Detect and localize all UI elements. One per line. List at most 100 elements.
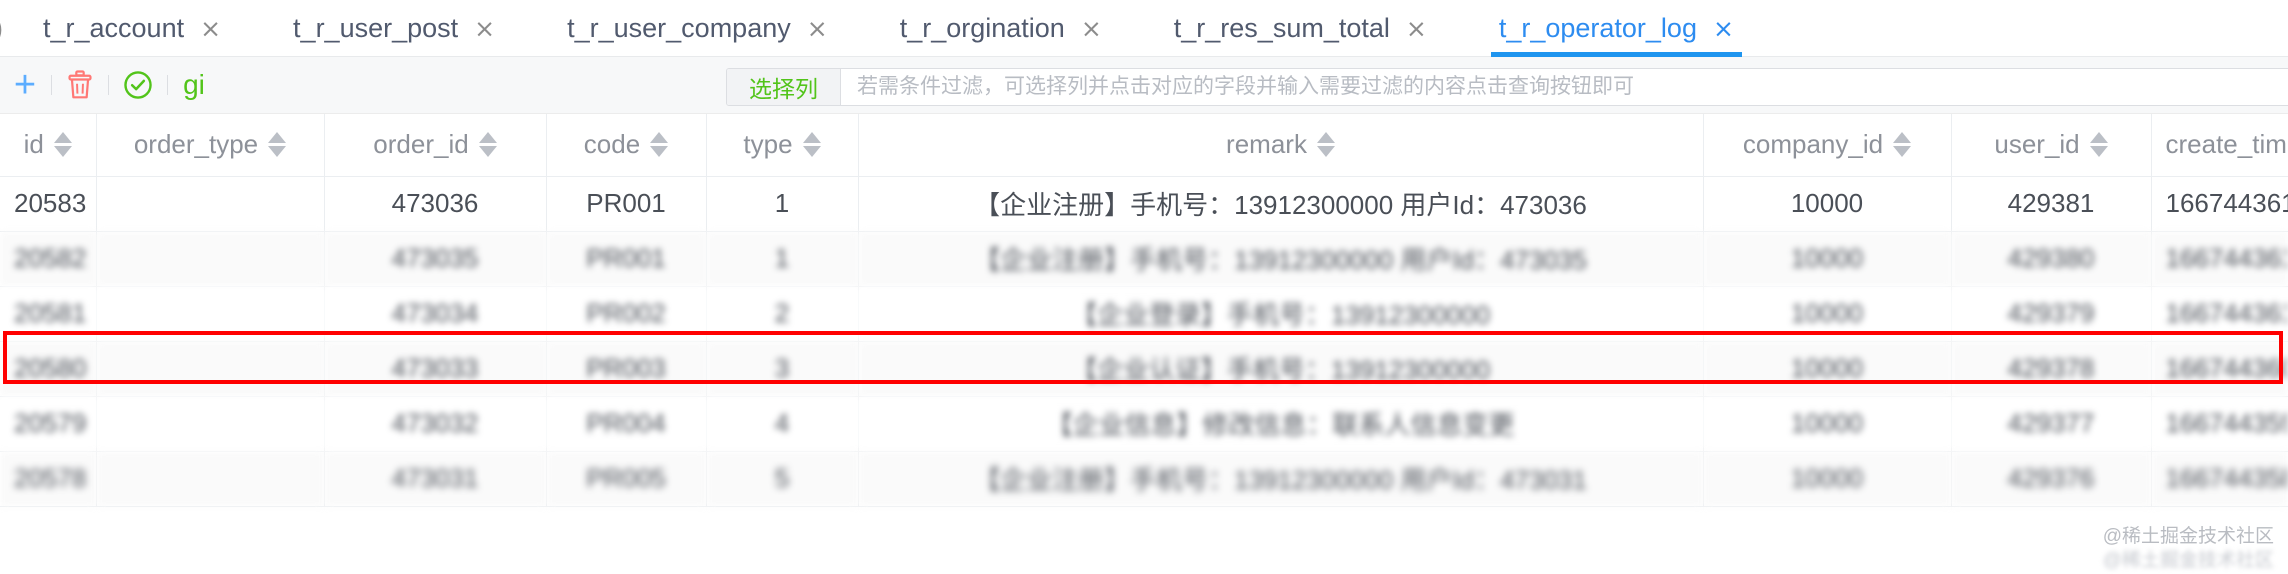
cell-id[interactable]: 20578: [0, 451, 97, 507]
cell-remark[interactable]: 【企业登录】手机号：13912300000: [858, 286, 1704, 342]
tab-t_r_res_sum_total[interactable]: t_r_res_sum_total ×: [1138, 0, 1463, 57]
column-header-order_id[interactable]: order_id: [324, 114, 547, 177]
cell-create_time[interactable]: 1667443580000: [2151, 451, 2288, 507]
cell-user_id[interactable]: 429377: [1951, 396, 2152, 452]
close-icon[interactable]: ×: [200, 14, 221, 43]
cell-order_id[interactable]: 473032: [324, 396, 547, 452]
sort-toggle-icon[interactable]: [268, 132, 287, 158]
cell-code[interactable]: PR005: [546, 451, 707, 507]
select-columns-button[interactable]: 选择列: [727, 69, 841, 105]
column-header-user_id[interactable]: user_id: [1951, 114, 2152, 177]
delete-row-button[interactable]: [59, 65, 101, 105]
cell-order_type[interactable]: [96, 231, 325, 287]
cell-user_id[interactable]: 429381: [1951, 176, 2152, 232]
sort-toggle-icon[interactable]: [802, 132, 821, 158]
column-header-type[interactable]: type: [706, 114, 859, 177]
cell-create_time[interactable]: 1667443590000: [2151, 396, 2288, 452]
cell-order_type[interactable]: [96, 176, 325, 232]
cell-order_id[interactable]: 473035: [324, 231, 547, 287]
cell-remark[interactable]: 【企业注册】手机号：13912300000 用户Id：473036: [858, 176, 1704, 232]
cell-create_time[interactable]: 1667443610000: [2151, 286, 2288, 342]
tab-t_r_operator_log[interactable]: t_r_operator_log ×: [1463, 0, 1770, 57]
tab-leading-marker: ): [0, 14, 7, 42]
table-row[interactable]: 20579 473032 PR004 4 【企业信息】修改信息：联系人信息变更 …: [0, 396, 2288, 452]
sort-toggle-icon[interactable]: [650, 132, 669, 158]
cell-create_time[interactable]: 1667443614000: [2151, 231, 2288, 287]
close-icon[interactable]: ×: [1406, 14, 1427, 43]
cell-type[interactable]: 4: [706, 396, 859, 452]
sort-toggle-icon[interactable]: [2089, 132, 2108, 158]
sort-toggle-icon[interactable]: [53, 132, 72, 158]
confirm-button[interactable]: [116, 65, 160, 105]
cell-code[interactable]: PR001: [546, 176, 707, 232]
table-row[interactable]: 20578 473031 PR005 5 【企业注册】手机号：139123000…: [0, 451, 2288, 507]
cell-order_type[interactable]: [96, 451, 325, 507]
gi-button[interactable]: gi: [175, 65, 213, 105]
table-row[interactable]: 20580 473033 PR003 3 【企业认证】手机号：139123000…: [0, 341, 2288, 397]
cell-order_type[interactable]: [96, 396, 325, 452]
cell-create_time[interactable]: 1667443614908: [2151, 176, 2288, 232]
sort-toggle-icon[interactable]: [478, 132, 497, 158]
cell-id[interactable]: 20580: [0, 341, 97, 397]
tab-t_r_user_company[interactable]: t_r_user_company ×: [531, 0, 864, 57]
cell-type[interactable]: 5: [706, 451, 859, 507]
cell-company_id[interactable]: 10000: [1703, 286, 1952, 342]
cell-code[interactable]: PR001: [546, 231, 707, 287]
close-icon[interactable]: ×: [1713, 14, 1734, 43]
close-icon[interactable]: ×: [474, 14, 495, 43]
cell-remark[interactable]: 【企业注册】手机号：13912300000 用户Id：473035: [858, 231, 1704, 287]
column-header-create_time[interactable]: create_time: [2151, 114, 2288, 177]
cell-order_id[interactable]: 473033: [324, 341, 547, 397]
table-row[interactable]: 20583 473036 PR001 1 【企业注册】手机号：139123000…: [0, 176, 2288, 232]
cell-remark[interactable]: 【企业信息】修改信息：联系人信息变更: [858, 396, 1704, 452]
cell-id[interactable]: 20581: [0, 286, 97, 342]
cell-order_id[interactable]: 473036: [324, 176, 547, 232]
cell-type[interactable]: 1: [706, 231, 859, 287]
column-label: order_type: [133, 129, 259, 160]
cell-company_id[interactable]: 10000: [1703, 396, 1952, 452]
cell-create_time[interactable]: 1667443600000: [2151, 341, 2288, 397]
operator-log-table: id order_type order_id code type remark …: [0, 114, 2288, 507]
cell-type[interactable]: 2: [706, 286, 859, 342]
sort-toggle-icon[interactable]: [1893, 132, 1912, 158]
cell-company_id[interactable]: 10000: [1703, 451, 1952, 507]
column-label: type: [743, 129, 793, 160]
tab-t_r_user_post[interactable]: t_r_user_post ×: [257, 0, 531, 57]
table-row[interactable]: 20582 473035 PR001 1 【企业注册】手机号：139123000…: [0, 231, 2288, 287]
add-row-button[interactable]: +: [6, 65, 44, 105]
cell-id[interactable]: 20579: [0, 396, 97, 452]
tab-t_r_account[interactable]: t_r_account ×: [7, 0, 257, 57]
close-icon[interactable]: ×: [807, 14, 828, 43]
cell-remark[interactable]: 【企业注册】手机号：13912300000 用户Id：473031: [858, 451, 1704, 507]
cell-user_id[interactable]: 429376: [1951, 451, 2152, 507]
tab-t_r_orgination[interactable]: t_r_orgination ×: [864, 0, 1138, 57]
filter-input[interactable]: [841, 69, 2288, 105]
cell-code[interactable]: PR003: [546, 341, 707, 397]
cell-id[interactable]: 20583: [0, 176, 97, 232]
cell-company_id[interactable]: 10000: [1703, 341, 1952, 397]
column-header-company_id[interactable]: company_id: [1703, 114, 1952, 177]
cell-order_id[interactable]: 473031: [324, 451, 547, 507]
cell-type[interactable]: 3: [706, 341, 859, 397]
close-icon[interactable]: ×: [1081, 14, 1102, 43]
cell-user_id[interactable]: 429379: [1951, 286, 2152, 342]
sort-toggle-icon[interactable]: [1316, 132, 1335, 158]
cell-user_id[interactable]: 429378: [1951, 341, 2152, 397]
cell-order_id[interactable]: 473034: [324, 286, 547, 342]
cell-company_id[interactable]: 10000: [1703, 176, 1952, 232]
cell-type[interactable]: 1: [706, 176, 859, 232]
tab-label: t_r_account: [43, 12, 185, 43]
cell-order_type[interactable]: [96, 341, 325, 397]
column-header-id[interactable]: id: [0, 114, 97, 177]
column-header-remark[interactable]: remark: [858, 114, 1704, 177]
cell-remark[interactable]: 【企业认证】手机号：13912300000: [858, 341, 1704, 397]
column-header-code[interactable]: code: [546, 114, 707, 177]
column-header-order_type[interactable]: order_type: [96, 114, 325, 177]
cell-company_id[interactable]: 10000: [1703, 231, 1952, 287]
table-row[interactable]: 20581 473034 PR002 2 【企业登录】手机号：139123000…: [0, 286, 2288, 342]
cell-id[interactable]: 20582: [0, 231, 97, 287]
cell-code[interactable]: PR002: [546, 286, 707, 342]
cell-user_id[interactable]: 429380: [1951, 231, 2152, 287]
cell-code[interactable]: PR004: [546, 396, 707, 452]
cell-order_type[interactable]: [96, 286, 325, 342]
